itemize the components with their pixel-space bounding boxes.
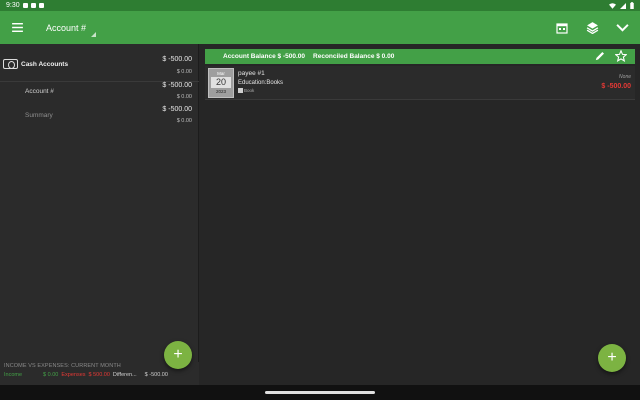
- expenses-label: Expenses: [61, 372, 86, 378]
- summary-sub: $ 0.00: [176, 118, 192, 124]
- calendar-icon: [556, 22, 568, 34]
- tag-icon: [238, 88, 243, 93]
- income-value: $ 0.00: [43, 372, 59, 378]
- summary-label: Summary: [25, 112, 53, 119]
- date-day: 20: [211, 77, 231, 88]
- status-bar: 9:30: [0, 0, 640, 11]
- account-balance: Account Balance $ -500.00: [223, 53, 306, 60]
- summary-row[interactable]: Summary $ -500.00 $ 0.00: [0, 104, 199, 132]
- wifi-icon: [609, 2, 616, 9]
- expenses-value: $ 500.00: [88, 372, 110, 378]
- transaction-amount: $ -500.00: [601, 83, 631, 90]
- date-month: Mar: [217, 71, 225, 76]
- dropdown-triangle-icon: [91, 31, 97, 37]
- add-account-button[interactable]: +: [164, 341, 192, 369]
- account-sub: $ 0.00: [176, 94, 192, 100]
- summary-amount: $ -500.00: [162, 106, 192, 113]
- reconciled-balance: Reconciled Balance $ 0.00: [313, 53, 395, 60]
- cash-accounts-amount: $ -500.00: [162, 56, 192, 63]
- notification-icon: [30, 3, 36, 8]
- footer-title: INCOME VS EXPENSES: CURRENT MONTH: [4, 363, 121, 369]
- notification-icon: [22, 3, 28, 8]
- app-bar: Account #: [0, 11, 640, 44]
- layers-icon: [586, 22, 598, 34]
- cash-icon: [3, 59, 18, 69]
- plus-icon: +: [173, 346, 183, 363]
- account-amount: $ -500.00: [162, 82, 192, 89]
- cash-accounts-row[interactable]: Cash Accounts $ -500.00 $ 0.00: [0, 52, 199, 82]
- menu-button[interactable]: [0, 11, 34, 44]
- favorite-button[interactable]: [614, 48, 628, 64]
- status-label: None: [619, 74, 631, 80]
- status-time: 9:30: [6, 2, 20, 9]
- signal-icon: [620, 2, 626, 9]
- payee-label: payee #1: [238, 70, 265, 77]
- notification-icon: [38, 3, 44, 8]
- navigation-bar: [0, 385, 640, 400]
- difference-value: $ -500.00: [144, 372, 168, 378]
- date-badge: Mar 20 2023: [208, 68, 234, 98]
- hamburger-icon: [11, 23, 23, 32]
- edit-button[interactable]: [595, 51, 605, 63]
- home-gesture-handle[interactable]: [265, 391, 375, 394]
- layers-button[interactable]: [584, 20, 600, 36]
- account-title-label: Account #: [46, 22, 87, 33]
- accounts-panel: Cash Accounts $ -500.00 $ 0.00 Account #…: [0, 44, 199, 385]
- date-year: 2023: [215, 89, 226, 94]
- account-label: Account #: [25, 88, 54, 95]
- pencil-icon: [595, 51, 604, 60]
- cash-accounts-sub: $ 0.00: [176, 69, 192, 75]
- category-label: Education:Books: [238, 80, 284, 86]
- difference-label: Differen...: [112, 372, 137, 378]
- app-root: 9:30 Account # Cash Accounts $ -500.00 $…: [0, 0, 640, 400]
- star-icon: [614, 48, 628, 62]
- expand-button[interactable]: [614, 20, 630, 36]
- cash-accounts-label: Cash Accounts: [21, 61, 69, 68]
- income-label: Income: [4, 372, 23, 378]
- account-selector[interactable]: Account #: [46, 22, 97, 37]
- plus-icon: +: [607, 349, 617, 366]
- chevron-down-icon: [615, 24, 629, 32]
- battery-icon: [630, 2, 634, 9]
- balance-bar: Account Balance $ -500.00 Reconciled Bal…: [205, 48, 635, 64]
- transaction-row[interactable]: Mar 20 2023 payee #1 Education:Books Boo…: [205, 66, 635, 100]
- calendar-button[interactable]: [554, 20, 570, 36]
- tag-label: Book: [244, 88, 255, 93]
- add-transaction-button[interactable]: +: [598, 344, 626, 372]
